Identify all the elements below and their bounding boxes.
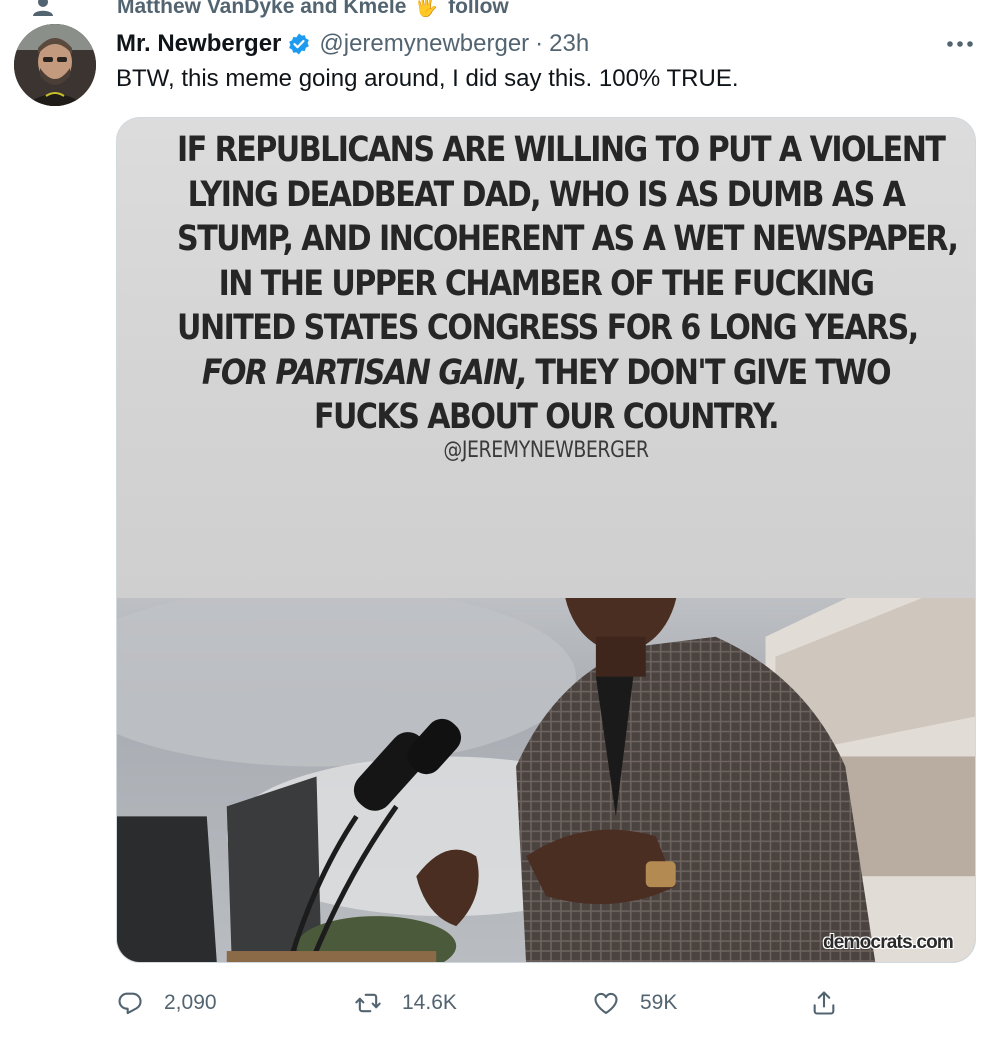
tweet-text: BTW, this meme going around, I did say t…	[116, 65, 739, 92]
display-name[interactable]: Mr. Newberger	[116, 30, 281, 58]
tweet-media-image[interactable]: IF REPUBLICANS ARE WILLING TO PUT A VIOL…	[116, 117, 976, 963]
meme-text-panel: IF REPUBLICANS ARE WILLING TO PUT A VIOL…	[117, 118, 975, 598]
meme-line: FUCKS ABOUT OUR COUNTRY.	[313, 397, 780, 437]
tweet[interactable]: Matthew VanDyke and Kmele 🖐 follow Mr. New…	[0, 0, 996, 1038]
timestamp[interactable]: 23h	[549, 30, 589, 58]
meme-text: IF REPUBLICANS ARE WILLING TO PUT A VIOL…	[177, 128, 959, 440]
heart-icon	[594, 992, 618, 1014]
meme-line-italic: FOR PARTISAN GAIN,	[201, 352, 528, 393]
separator-dot: ·	[535, 30, 544, 57]
wave-emoji-icon: 🖐	[414, 0, 439, 18]
action-bar: 2,090 14.6K 59K	[116, 985, 976, 1021]
like-count: 59K	[640, 991, 678, 1014]
social-context-text: Matthew VanDyke and Kmele 🖐 follow	[117, 0, 509, 19]
social-context[interactable]: Matthew VanDyke and Kmele 🖐 follow	[33, 0, 509, 20]
share-icon	[813, 991, 835, 1015]
watermark: democrats.com	[822, 932, 954, 953]
meme-line-rest: THEY DON'T GIVE TWO	[526, 352, 891, 393]
retweet-count: 14.6K	[402, 991, 457, 1014]
meme-line: LYING DEADBEAT DAD, WHO IS AS DUMB AS A	[187, 174, 906, 215]
tweet-header: Mr. Newberger @jeremynewberger · 23h	[116, 28, 589, 60]
more-horizontal-icon[interactable]	[944, 34, 976, 54]
like-button[interactable]: 59K	[592, 985, 677, 1021]
avatar[interactable]	[14, 24, 96, 106]
retweet-icon	[355, 993, 381, 1013]
meme-line: STUMP, AND INCOHERENT AS A WET NEWSPAPER…	[177, 219, 959, 259]
meme-credit: @JEREMYNEWBERGER	[443, 438, 649, 463]
reply-count: 2,090	[164, 991, 217, 1014]
share-button[interactable]	[810, 985, 838, 1021]
retweet-button[interactable]: 14.6K	[354, 985, 457, 1021]
meme-line: UNITED STATES CONGRESS FOR 6 LONG YEARS,	[177, 308, 919, 348]
meme-line: IN THE UPPER CHAMBER OF THE FUCKING	[218, 263, 875, 304]
reply-icon	[118, 992, 142, 1015]
user-handle[interactable]: @jeremynewberger	[319, 30, 529, 58]
person-icon	[33, 0, 53, 16]
verified-badge-icon	[289, 33, 310, 55]
meme-line: IF REPUBLICANS ARE WILLING TO PUT A VIOL…	[177, 130, 946, 170]
meme-line: FOR PARTISAN GAIN, THEY DON'T GIVE TWO	[177, 351, 915, 396]
reply-button[interactable]: 2,090	[116, 985, 217, 1021]
